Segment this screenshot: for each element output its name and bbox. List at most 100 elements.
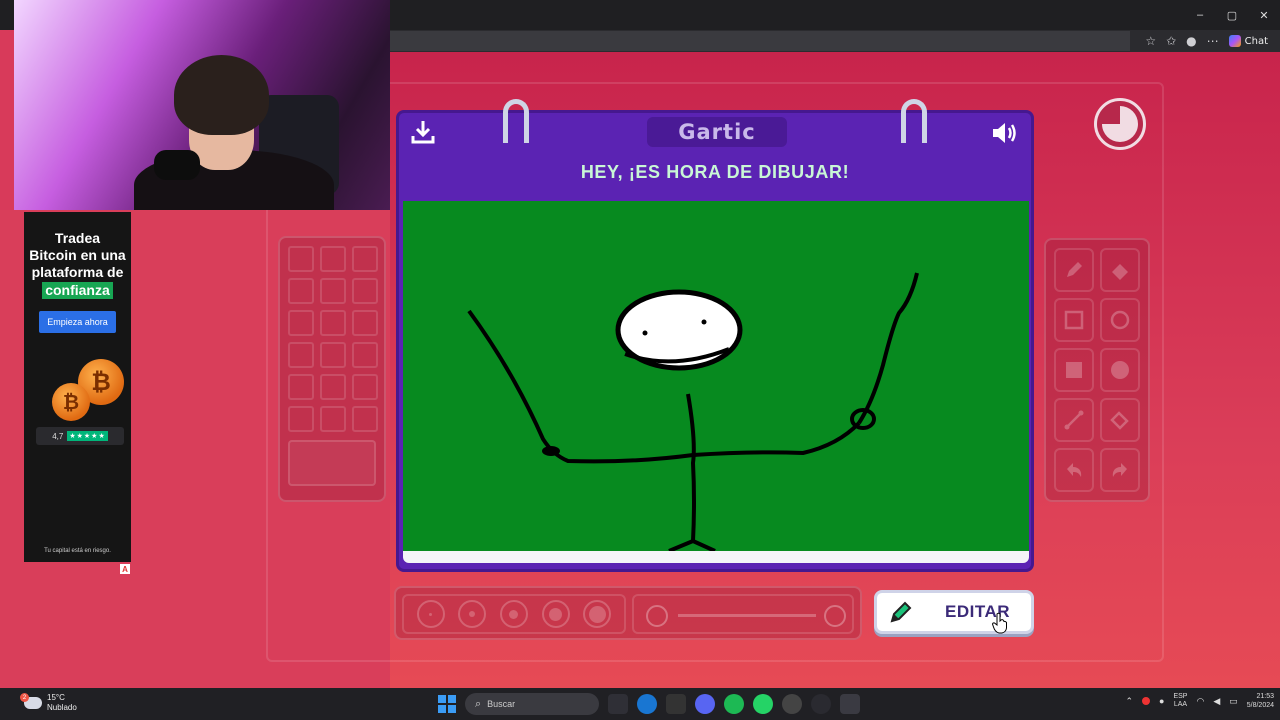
- weather-widget[interactable]: 2 15°C Nublado: [20, 693, 77, 713]
- edge-icon[interactable]: [637, 694, 657, 714]
- color-swatch[interactable]: [320, 278, 346, 304]
- show-hidden-icons-icon[interactable]: ⌃: [1125, 696, 1133, 707]
- circle-outline-icon: [1110, 310, 1130, 330]
- rectangle-outline-tool[interactable]: [1054, 298, 1094, 342]
- rectangle-fill-tool[interactable]: [1054, 348, 1094, 392]
- maximize-button[interactable]: ▢: [1216, 0, 1248, 30]
- color-swatch[interactable]: [320, 406, 346, 432]
- microphone-icon[interactable]: ●: [1159, 696, 1164, 706]
- color-swatch[interactable]: [288, 310, 314, 336]
- toolbar-icons: ☆ ✩ ● ⋯ Chat: [1145, 30, 1280, 52]
- bitcoin-ad[interactable]: Tradea Bitcoin en una plataforma de conf…: [24, 212, 131, 562]
- brush-size-1[interactable]: [416, 600, 445, 628]
- ad-highlight: confianza: [42, 282, 113, 299]
- square-filled-icon: [1066, 362, 1082, 378]
- spotify-icon[interactable]: [724, 694, 744, 714]
- clock-date: 5/8/2024: [1246, 702, 1274, 709]
- brush-size-5[interactable]: [583, 600, 612, 628]
- color-swatch[interactable]: [288, 342, 314, 368]
- color-swatch[interactable]: [288, 246, 314, 272]
- windows-start-icon[interactable]: [438, 695, 456, 713]
- battery-icon[interactable]: ▭: [1229, 696, 1238, 707]
- redo-tool[interactable]: [1100, 448, 1140, 492]
- fill-bucket-tool[interactable]: [1100, 398, 1140, 442]
- more-icon[interactable]: ⋯: [1207, 34, 1219, 48]
- undo-icon: [1067, 463, 1082, 477]
- download-button[interactable]: [411, 119, 435, 150]
- star-icon[interactable]: ☆: [1145, 34, 1156, 48]
- system-tray: ⌃ ● ESP LAA ◠ ◀ ▭ 21:53 5/8/2024: [1125, 692, 1274, 710]
- url-field[interactable]: [390, 31, 1130, 51]
- color-swatch[interactable]: [320, 246, 346, 272]
- clock[interactable]: 21:53 5/8/2024: [1247, 692, 1274, 710]
- favorites-icon[interactable]: ✩: [1166, 34, 1176, 48]
- recording-icon[interactable]: [1142, 697, 1150, 705]
- opacity-min-knob: [646, 605, 668, 627]
- minimize-button[interactable]: –: [1184, 0, 1216, 30]
- eraser-tool[interactable]: [1100, 248, 1140, 292]
- color-swatch[interactable]: [288, 278, 314, 304]
- task-view-icon[interactable]: [608, 694, 628, 714]
- window-controls: – ▢ ✕: [1184, 0, 1280, 30]
- color-swatch[interactable]: [352, 374, 378, 400]
- windows-taskbar: 2 15°C Nublado ⌕ Buscar ⌃ ● ESP LAA ◠ ◀ …: [0, 688, 1280, 720]
- keyboard-layout: LAA: [1173, 701, 1188, 708]
- whatsapp-icon[interactable]: [753, 694, 773, 714]
- color-swatch[interactable]: [320, 342, 346, 368]
- custom-color-button[interactable]: [288, 440, 376, 486]
- eraser-icon: [1112, 264, 1128, 280]
- ad-choices-icon[interactable]: A: [120, 564, 130, 574]
- line-tool[interactable]: [1054, 398, 1094, 442]
- opacity-handle[interactable]: [824, 605, 846, 627]
- brush-size-3[interactable]: [499, 600, 528, 628]
- taskbar-search[interactable]: ⌕ Buscar: [465, 693, 599, 715]
- pencil-tool[interactable]: [1054, 248, 1094, 292]
- ad-disclaimer: Tu capital está en riesgo.: [44, 548, 111, 554]
- brush-size-2[interactable]: [458, 600, 487, 628]
- color-swatch[interactable]: [352, 406, 378, 432]
- trustpilot-stars-icon: ★★★★★: [67, 431, 108, 441]
- color-swatch[interactable]: [288, 406, 314, 432]
- ad-cta-button[interactable]: Empieza ahora: [39, 311, 116, 333]
- chat-button[interactable]: Chat: [1228, 35, 1268, 47]
- clock-time: 21:53: [1256, 693, 1274, 700]
- brush-options-bar: [394, 586, 862, 640]
- edit-button[interactable]: EDITAR: [874, 590, 1034, 634]
- search-placeholder: Buscar: [487, 699, 516, 709]
- input-language[interactable]: ESP LAA: [1173, 693, 1187, 709]
- riot-client-icon[interactable]: [782, 694, 802, 714]
- color-swatch[interactable]: [352, 310, 378, 336]
- color-swatch[interactable]: [352, 342, 378, 368]
- color-swatch[interactable]: [320, 374, 346, 400]
- opacity-slider[interactable]: [632, 594, 854, 634]
- brush-size-selector: [402, 594, 626, 634]
- opacity-track[interactable]: [678, 614, 816, 617]
- circle-fill-tool[interactable]: [1100, 348, 1140, 392]
- canvas-page: [403, 201, 1029, 563]
- search-icon: ⌕: [475, 697, 482, 710]
- taskbar-apps: ⌕ Buscar: [438, 691, 860, 717]
- discord-icon[interactable]: [695, 694, 715, 714]
- circle-outline-tool[interactable]: [1100, 298, 1140, 342]
- drawing-canvas[interactable]: [403, 201, 1029, 553]
- drawing-prompt-title: HEY, ¡ES HORA DE DIBUJAR!: [580, 162, 850, 182]
- ad-rating: 4,7 ★★★★★: [36, 427, 124, 445]
- color-swatch[interactable]: [352, 278, 378, 304]
- color-swatch[interactable]: [288, 374, 314, 400]
- color-swatch[interactable]: [320, 310, 346, 336]
- undo-tool[interactable]: [1054, 448, 1094, 492]
- stick-figure-drawing: [467, 272, 919, 553]
- wifi-icon[interactable]: ◠: [1196, 696, 1204, 707]
- close-button[interactable]: ✕: [1248, 0, 1280, 30]
- profile-icon[interactable]: ●: [1186, 34, 1196, 48]
- epic-games-icon[interactable]: [666, 694, 686, 714]
- brush-size-4[interactable]: [541, 600, 570, 628]
- volume-icon[interactable]: ◀: [1213, 696, 1220, 707]
- steam-icon[interactable]: [811, 694, 831, 714]
- weather-alert-badge: 2: [20, 693, 29, 702]
- sound-button[interactable]: [991, 121, 1019, 150]
- color-swatch[interactable]: [352, 246, 378, 272]
- ad-rating-value: 4,7: [52, 431, 64, 441]
- epic-games-active-icon[interactable]: [840, 694, 860, 714]
- language-code: ESP: [1173, 693, 1188, 700]
